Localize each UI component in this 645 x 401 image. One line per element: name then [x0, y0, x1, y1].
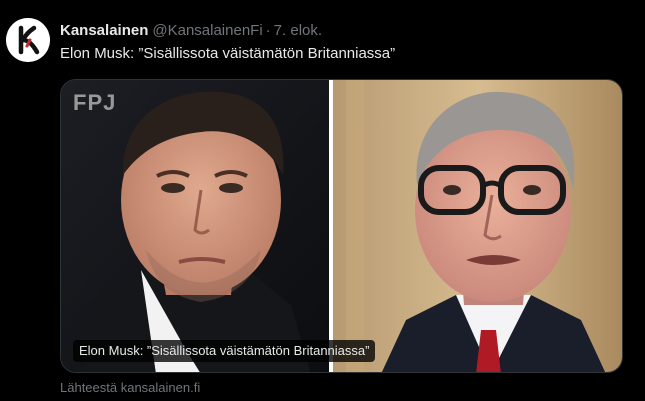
tweet-header: Kansalainen @KansalainenFi · 7. elok. [60, 22, 322, 40]
tweet[interactable]: Kansalainen @KansalainenFi · 7. elok. Elon … [0, 0, 645, 401]
tweet-date[interactable]: 7. elok. [274, 22, 322, 39]
card-caption: Elon Musk: ”Sisällissota väistämätön Bri… [73, 340, 376, 362]
link-card[interactable]: FPJ Elon Musk: ”Sisällissota väistämätön… [60, 79, 623, 373]
tweet-text: Elon Musk: ”Sisällissota väistämätön Bri… [60, 45, 396, 62]
author-display-name[interactable]: Kansalainen [60, 22, 148, 39]
separator: · [265, 22, 271, 39]
card-source-link[interactable]: Lähteestä kansalainen.fi [60, 380, 200, 396]
author-handle[interactable]: @KansalainenFi [152, 22, 262, 39]
article-photo [61, 80, 622, 372]
kansalainen-k-logo-icon [6, 18, 50, 62]
avatar[interactable] [6, 18, 50, 62]
photo-watermark: FPJ [73, 90, 117, 115]
